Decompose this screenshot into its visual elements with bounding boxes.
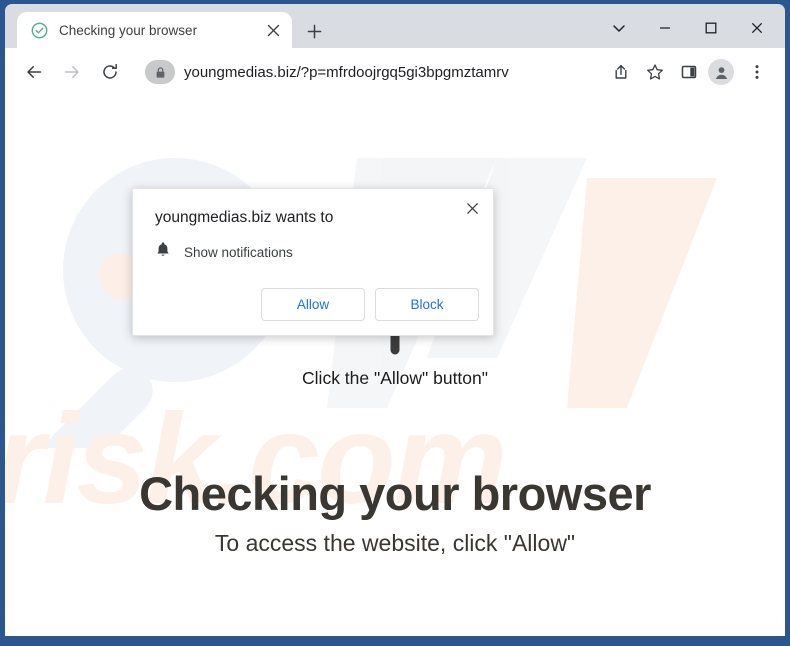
tab-search-button[interactable]: [596, 8, 642, 48]
arrow-right-icon: [64, 66, 79, 78]
notification-permission-popup: youngmedias.biz wants to Show notificati…: [132, 188, 494, 336]
address-bar[interactable]: youngmedias.biz/?p=mfrdoojrgq5gi3bpgmzta…: [141, 56, 598, 88]
popup-permission-label: Show notifications: [184, 244, 293, 260]
maximize-icon: [705, 22, 717, 34]
allow-hint-text: Click the "Allow" button": [302, 368, 488, 388]
loading-spinner: [5, 414, 785, 470]
three-dot-menu-icon[interactable]: [742, 57, 772, 87]
allow-button[interactable]: Allow: [261, 288, 365, 321]
tab-strip: Checking your browser: [5, 4, 785, 48]
reload-icon: [103, 63, 117, 79]
share-icon[interactable]: [606, 57, 636, 87]
tab-close-icon[interactable]: [261, 18, 285, 42]
url-text[interactable]: youngmedias.biz/?p=mfrdoojrgq5gi3bpgmzta…: [184, 64, 509, 81]
minimize-icon: [660, 27, 670, 29]
popup-close-icon[interactable]: [459, 195, 485, 221]
star-icon[interactable]: [640, 57, 670, 87]
browser-tab[interactable]: Checking your browser: [17, 12, 292, 48]
bell-icon: [155, 241, 171, 263]
minimize-button[interactable]: [642, 8, 688, 48]
page-content: Click the "Allow" button" Checking your …: [5, 96, 785, 636]
new-tab-button[interactable]: [300, 17, 328, 45]
window-controls: [596, 8, 780, 48]
close-button[interactable]: [734, 8, 780, 48]
chevron-down-icon: [613, 25, 625, 32]
tab-title: Checking your browser: [59, 22, 198, 38]
browser-toolbar: youngmedias.biz/?p=mfrdoojrgq5gi3bpgmzta…: [5, 48, 785, 96]
lock-icon[interactable]: [145, 60, 175, 84]
profile-avatar-icon[interactable]: [708, 59, 734, 85]
reload-button[interactable]: [95, 57, 125, 87]
page-viewport: risk.com Click the "Allow" button" Check…: [5, 96, 785, 636]
green-check-circle-icon: [31, 22, 48, 39]
plus-icon: [307, 24, 321, 38]
maximize-button[interactable]: [688, 8, 734, 48]
popup-permission-row: Show notifications: [155, 241, 293, 263]
browser-window: Checking your browser youngmedias.biz/?p…: [0, 0, 790, 646]
side-panel-icon[interactable]: [674, 57, 704, 87]
popup-actions: Allow Block: [251, 288, 479, 321]
block-button[interactable]: Block: [375, 288, 479, 321]
forward-button[interactable]: [57, 57, 87, 87]
back-button[interactable]: [19, 57, 49, 87]
close-icon: [751, 22, 763, 34]
arrow-left-icon: [27, 66, 42, 78]
page-subtitle: To access the website, click "Allow": [214, 530, 576, 556]
popup-title: youngmedias.biz wants to: [155, 209, 334, 226]
page-title: Checking your browser: [139, 467, 651, 520]
